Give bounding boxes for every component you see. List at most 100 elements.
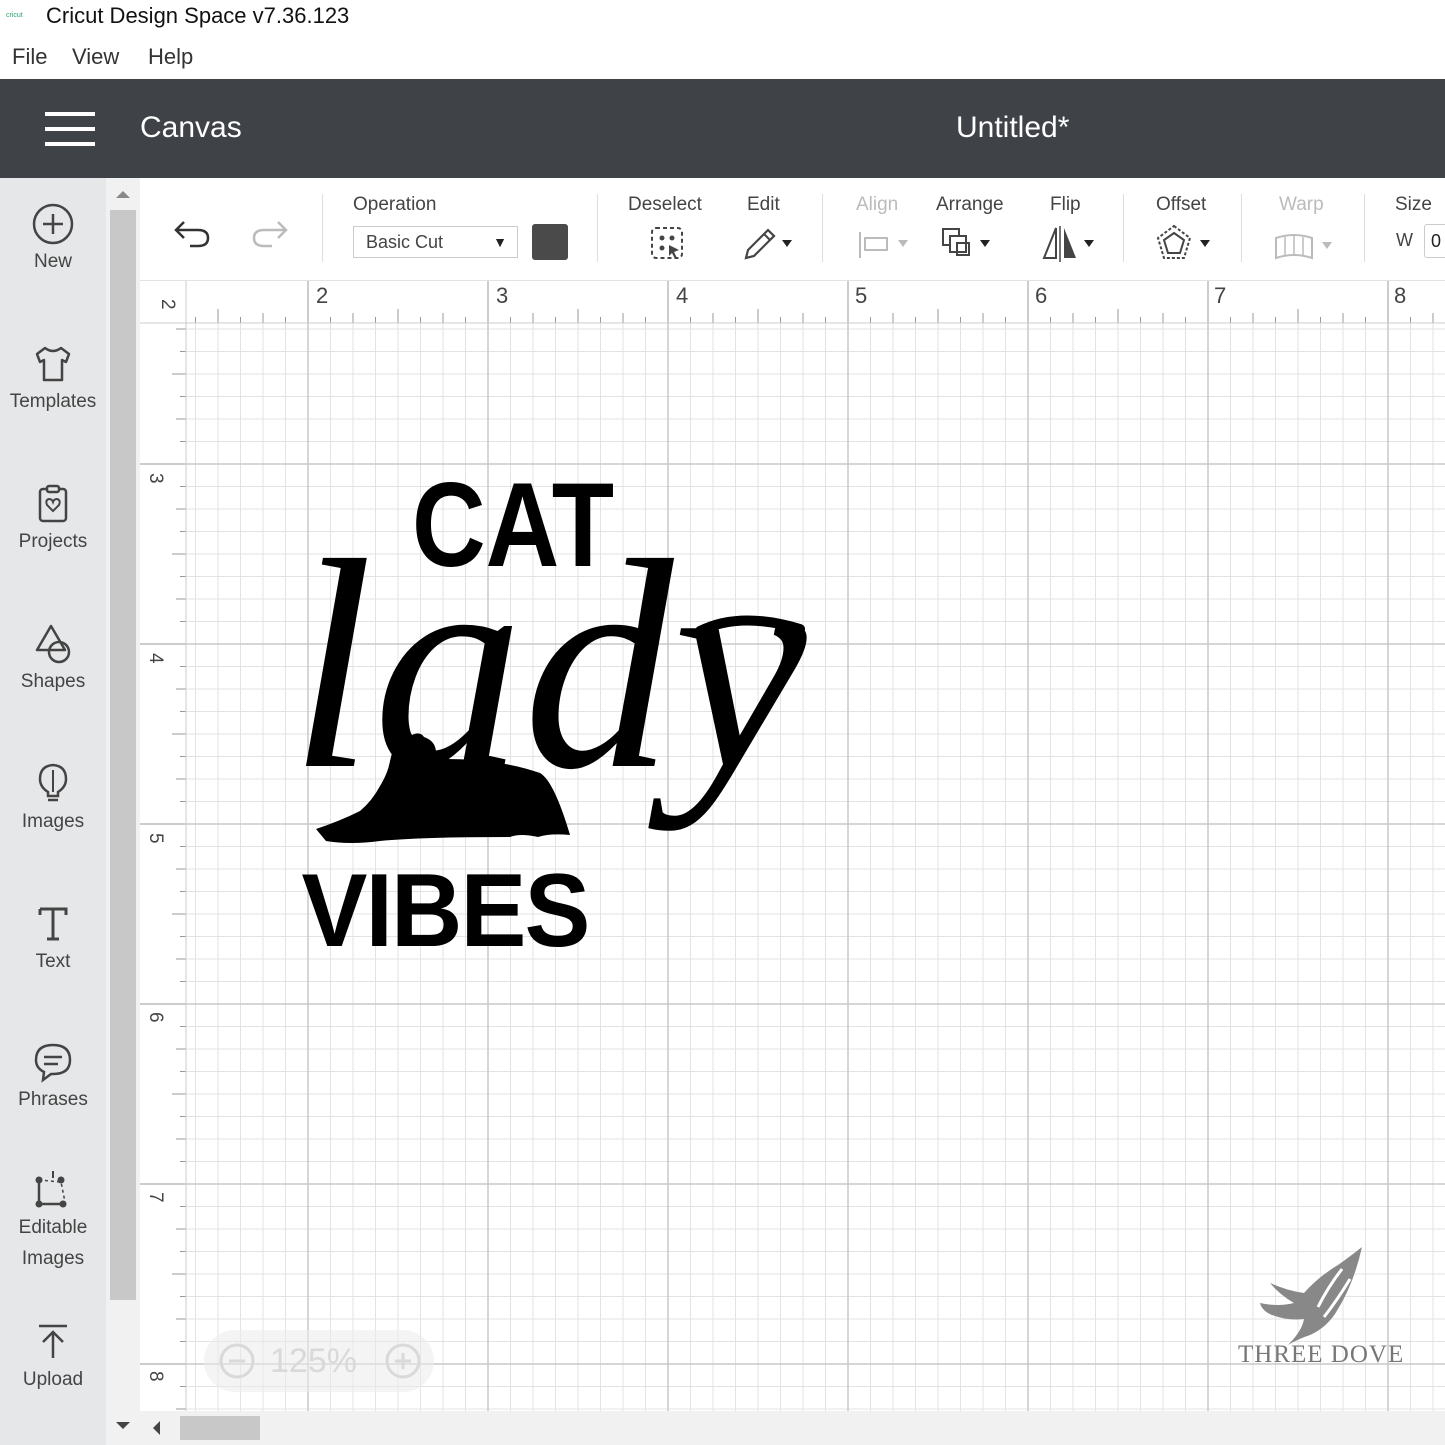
offset-icon[interactable] xyxy=(1156,224,1216,264)
ruler-label: 2 xyxy=(316,283,328,308)
design-text-lady[interactable]: lady xyxy=(290,499,809,832)
ruler-label: 8 xyxy=(145,1371,166,1382)
sidebar-item-label: Templates xyxy=(9,391,97,412)
lightbulb-icon xyxy=(38,763,68,802)
size-width-input[interactable]: 0 xyxy=(1424,224,1445,258)
sidebar-item-label-line2: Images xyxy=(21,1248,85,1269)
section-title: Canvas xyxy=(140,111,242,144)
sidebar-item-shapes[interactable]: Shapes xyxy=(0,622,106,697)
warp-label: Warp xyxy=(1279,194,1324,215)
text-t-icon xyxy=(38,907,68,941)
ruler-label: 5 xyxy=(145,833,166,844)
ruler-label: 8 xyxy=(1394,283,1406,308)
zoom-control: 125% xyxy=(204,1330,434,1392)
edit-pencil-icon[interactable] xyxy=(740,224,800,264)
title-bar: cricut Cricut Design Space v7.36.123 xyxy=(0,0,1445,36)
menu-help[interactable]: Help xyxy=(148,44,193,70)
arrange-label: Arrange xyxy=(936,194,1004,215)
scroll-left-arrow-icon[interactable] xyxy=(146,1411,166,1445)
sidebar-item-upload[interactable]: Upload xyxy=(0,1320,106,1395)
sidebar-item-label: Editable xyxy=(18,1217,88,1238)
ruler-label: 7 xyxy=(1214,283,1226,308)
ruler-label: 4 xyxy=(145,653,166,664)
toolbar-divider xyxy=(597,194,598,262)
menu-view[interactable]: View xyxy=(72,44,119,70)
sidebar-item-images[interactable]: Images xyxy=(0,762,106,837)
ruler-label: 7 xyxy=(145,1192,166,1203)
app-logo-icon: cricut xyxy=(6,12,23,19)
sidebar-item-label: Shapes xyxy=(20,671,86,692)
sidebar-item-templates[interactable]: Templates xyxy=(0,342,106,417)
operation-value: Basic Cut xyxy=(366,232,444,252)
undo-icon[interactable] xyxy=(172,214,214,250)
dove-logo-icon xyxy=(1260,1247,1362,1345)
operation-color-swatch[interactable] xyxy=(532,224,568,260)
watermark-text: THREE DOVE xyxy=(1238,1341,1405,1368)
plus-circle-icon xyxy=(32,203,74,245)
speech-bubble-icon xyxy=(34,1043,72,1083)
sidebar-item-label: Upload xyxy=(22,1369,84,1390)
sidebar-item-projects[interactable]: Projects xyxy=(0,482,106,557)
toolbar-divider xyxy=(1241,194,1242,262)
ruler-label: 3 xyxy=(145,473,166,484)
app-header: Canvas Untitled* xyxy=(0,79,1445,178)
tshirt-icon xyxy=(35,346,71,382)
align-label: Align xyxy=(856,194,899,215)
deselect-label: Deselect xyxy=(628,194,702,215)
sidebar-scrollbar[interactable] xyxy=(106,178,140,1445)
ruler-label: 6 xyxy=(1035,283,1047,308)
sidebar-item-label: Images xyxy=(21,811,85,832)
size-label: Size xyxy=(1395,194,1432,215)
zoom-out-button[interactable] xyxy=(218,1342,256,1380)
hamburger-menu-icon[interactable] xyxy=(45,112,95,146)
design-canvas[interactable]: 2 2 3 4 5 6 7 8 3 4 5 6 7 8 CAT lady VIB… xyxy=(140,281,1445,1411)
design-text-vibes[interactable]: VIBES xyxy=(302,853,591,969)
projects-icon xyxy=(38,484,68,523)
toolbar-divider xyxy=(1123,194,1124,262)
toolbar-divider xyxy=(1364,194,1365,262)
toolbar-divider xyxy=(822,194,823,262)
sidebar-scrollbar-thumb[interactable] xyxy=(110,210,136,1300)
operation-label: Operation xyxy=(353,194,437,215)
menu-file[interactable]: File xyxy=(12,44,47,70)
operation-select[interactable]: Basic Cut ▼ xyxy=(353,226,518,258)
menu-bar: File View Help xyxy=(0,38,1445,78)
sidebar-item-editable-images[interactable]: Editable Images xyxy=(0,1168,106,1274)
toolbar-divider xyxy=(322,194,323,262)
sidebar-item-phrases[interactable]: Phrases xyxy=(0,1040,106,1115)
deselect-icon[interactable] xyxy=(648,224,688,264)
shapes-icon xyxy=(35,624,71,664)
warp-icon[interactable] xyxy=(1274,230,1340,264)
sidebar-item-label: New xyxy=(33,251,72,272)
redo-icon[interactable] xyxy=(248,214,290,250)
left-sidebar: New Templates Projects Shapes Images Tex… xyxy=(0,178,106,1445)
flip-icon[interactable] xyxy=(1042,224,1102,264)
arrange-icon[interactable] xyxy=(940,226,1000,262)
edit-toolbar: Operation Basic Cut ▼ Deselect Edit Alig… xyxy=(140,178,1445,281)
ruler-label: 5 xyxy=(855,283,867,308)
flip-label: Flip xyxy=(1050,194,1081,215)
ruler-label: 2 xyxy=(157,299,178,310)
align-icon[interactable] xyxy=(856,228,912,262)
document-title[interactable]: Untitled* xyxy=(956,111,1069,145)
zoom-in-button[interactable] xyxy=(384,1342,422,1380)
sidebar-item-label: Projects xyxy=(18,531,88,552)
canvas-scrollbar-thumb[interactable] xyxy=(180,1416,260,1440)
sidebar-item-label: Phrases xyxy=(18,1089,88,1110)
canvas-horizontal-scrollbar[interactable] xyxy=(140,1411,1445,1445)
editable-images-icon xyxy=(35,1171,67,1208)
upload-icon xyxy=(39,1324,67,1358)
ruler-label: 6 xyxy=(145,1012,166,1023)
size-width-label: W xyxy=(1396,230,1413,250)
sidebar-item-text[interactable]: Text xyxy=(0,902,106,977)
sidebar-item-label: Text xyxy=(35,951,71,972)
scroll-up-arrow-icon[interactable] xyxy=(106,184,140,204)
offset-label: Offset xyxy=(1156,194,1207,215)
ruler-label: 4 xyxy=(676,283,688,308)
scroll-down-arrow-icon[interactable] xyxy=(106,1416,140,1436)
ruler-label: 3 xyxy=(496,283,508,308)
chevron-down-icon: ▼ xyxy=(493,234,507,250)
zoom-value: 125% xyxy=(270,1342,357,1380)
sidebar-item-new[interactable]: New xyxy=(0,202,106,277)
edit-label: Edit xyxy=(747,194,780,215)
